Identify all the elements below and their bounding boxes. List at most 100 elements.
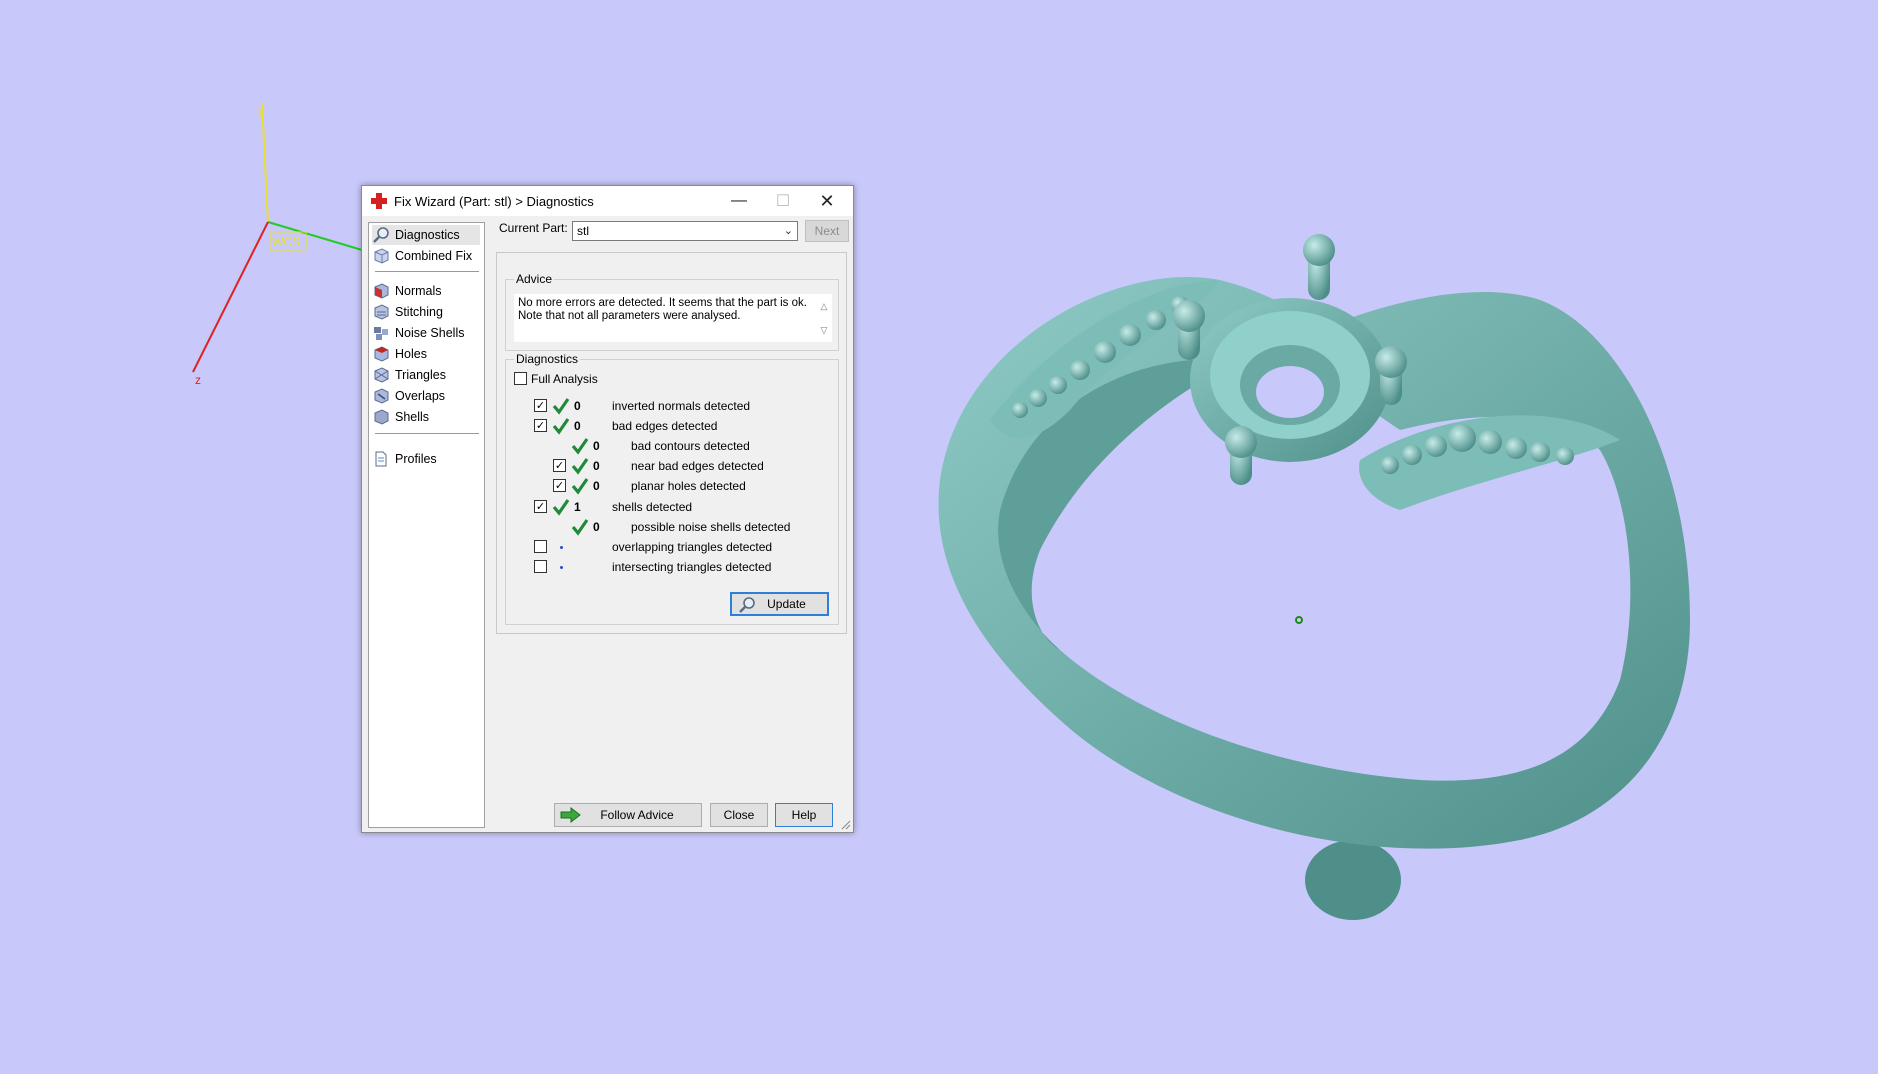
profiles-icon [375,451,387,467]
magnifier-icon [739,597,755,613]
diagnostic-label: near bad edges detected [631,459,764,474]
magnifier-icon [373,227,389,243]
diagnostic-checkbox[interactable] [534,559,547,573]
follow-advice-label: Follow Advice [600,808,674,822]
y-axis-line [261,103,269,223]
ring-model[interactable] [920,220,1720,920]
follow-advice-button[interactable]: Follow Advice [554,803,702,827]
nav-label: Combined Fix [395,249,473,263]
diagnostic-checkbox[interactable] [534,539,547,553]
update-button[interactable]: Update [730,592,829,616]
nav-item-diagnostics[interactable]: Diagnostics [372,225,480,245]
diagnostic-checkbox[interactable]: ✓ [553,459,566,473]
green-check-icon [571,478,589,496]
current-part-select[interactable]: stl ⌄ [572,221,798,241]
diagnostic-label: bad edges detected [612,419,718,434]
wcs-label: WCS [272,235,300,249]
nav-label: Triangles [395,368,446,382]
next-button[interactable]: Next [805,220,849,242]
diagnostic-count: 0 [574,419,581,434]
advice-group: Advice No more errors are detected. It s… [505,272,839,351]
nav-separator [375,433,479,434]
nav-item-normals[interactable]: Normals [372,281,480,301]
diagnostic-row: ✓ 1 shells detected [506,498,836,516]
diagnostic-checkbox[interactable]: ✓ [534,419,547,433]
current-part-label: Current Part: [499,221,568,235]
nav-item-overlaps[interactable]: Overlaps [372,386,480,406]
help-button[interactable]: Help [775,803,833,827]
diagnostic-row: 0 bad contours detected [506,437,836,455]
nav-item-holes[interactable]: Holes [372,344,480,364]
nav-label: Holes [395,347,427,361]
scroll-down-icon[interactable]: ▽ [816,318,832,342]
3d-viewport[interactable]: y z WCS [0,0,1878,1074]
diagnostic-count: 0 [593,519,600,534]
close-window-button[interactable]: ✕ [805,186,849,216]
nav-label: Normals [395,284,442,298]
diagnostic-row: ✓ 0 inverted normals detected [506,397,836,415]
nav-label: Overlaps [395,389,446,403]
full-analysis-label: Full Analysis [531,372,598,386]
cube-icon [374,248,389,264]
diagnostic-count: 1 [574,499,581,514]
scroll-up-icon[interactable]: △ [816,294,832,318]
nav-item-triangles[interactable]: Triangles [372,365,480,385]
diagnostic-row: ✓ 0 planar holes detected [506,477,836,496]
green-check-icon [552,418,570,435]
holes-cube-icon [374,346,389,362]
full-analysis-checkbox[interactable] [514,372,527,385]
minimize-button[interactable]: — [717,186,761,216]
diagnostics-group: Diagnostics Full Analysis ✓ 0 inverted nor… [505,352,839,625]
advice-textbox[interactable]: No more errors are detected. It seems th… [514,294,832,342]
diagnostic-count: 0 [574,399,581,413]
close-button[interactable]: Close [710,803,768,827]
ring-bottom-post [1305,840,1401,920]
diagnostic-label: planar holes detected [631,479,746,494]
diagnostic-checkbox[interactable]: ✓ [534,399,547,412]
normals-cube-icon [374,283,389,299]
diagnostics-group-label: Diagnostics [514,352,581,366]
resize-grip-icon[interactable] [841,820,851,830]
nav-label: Profiles [395,452,437,466]
nav-item-shells[interactable]: Shells [372,407,480,427]
diagnostic-label: overlapping triangles detected [612,539,773,554]
advice-scrollbar[interactable]: △ ▽ [816,294,832,342]
diagnostics-panel: Advice No more errors are detected. It s… [496,252,847,634]
red-cross-icon [371,193,387,209]
wizard-nav: Diagnostics Combined Fix Normals Stitchi… [368,222,485,828]
diagnostic-row: ✓ 0 near bad edges detected [506,457,836,475]
diagnostic-label: possible noise shells detected [631,519,791,534]
green-arrow-icon [560,806,581,824]
dialog-title: Fix Wizard (Part: stl) > Diagnostics [394,193,594,209]
z-axis-label: z [195,373,201,387]
diagnostic-row: ✓ 0 bad edges detected [506,417,836,435]
title-bar[interactable]: Fix Wizard (Part: stl) > Diagnostics — ☐… [362,186,853,216]
diagnostic-label: bad contours detected [631,439,750,454]
diagnostic-row: 0 possible noise shells detected [506,518,836,536]
maximize-button[interactable]: ☐ [761,186,805,216]
green-check-icon [571,438,589,455]
green-check-icon [552,498,570,516]
nav-label: Diagnostics [395,228,460,242]
y-axis-label: y [258,102,265,117]
diagnostic-checkbox[interactable]: ✓ [534,499,547,513]
nav-item-profiles[interactable]: Profiles [372,449,480,469]
diagnostic-count: 0 [593,439,600,454]
shells-icon [374,409,389,425]
diagnostic-row: overlapping triangles detected [506,538,836,556]
diagnostic-count: 0 [593,459,600,474]
nav-item-combined-fix[interactable]: Combined Fix [372,246,480,266]
update-label: Update [767,597,806,611]
advice-text-line2: Note that not all parameters were analys… [518,310,741,322]
stitching-cube-icon [374,304,389,320]
chevron-down-icon: ⌄ [783,225,793,237]
current-part-value: stl [577,224,589,238]
nav-item-stitching[interactable]: Stitching [372,302,480,322]
green-check-icon [571,518,589,536]
axis-triad: y z WCS [192,102,363,387]
nav-item-noise-shells[interactable]: Noise Shells [372,323,480,343]
diagnostic-label: shells detected [612,499,693,514]
diagnostic-checkbox[interactable]: ✓ [553,479,566,493]
noise-shells-icon [374,327,388,340]
setting-hole [1256,366,1324,418]
